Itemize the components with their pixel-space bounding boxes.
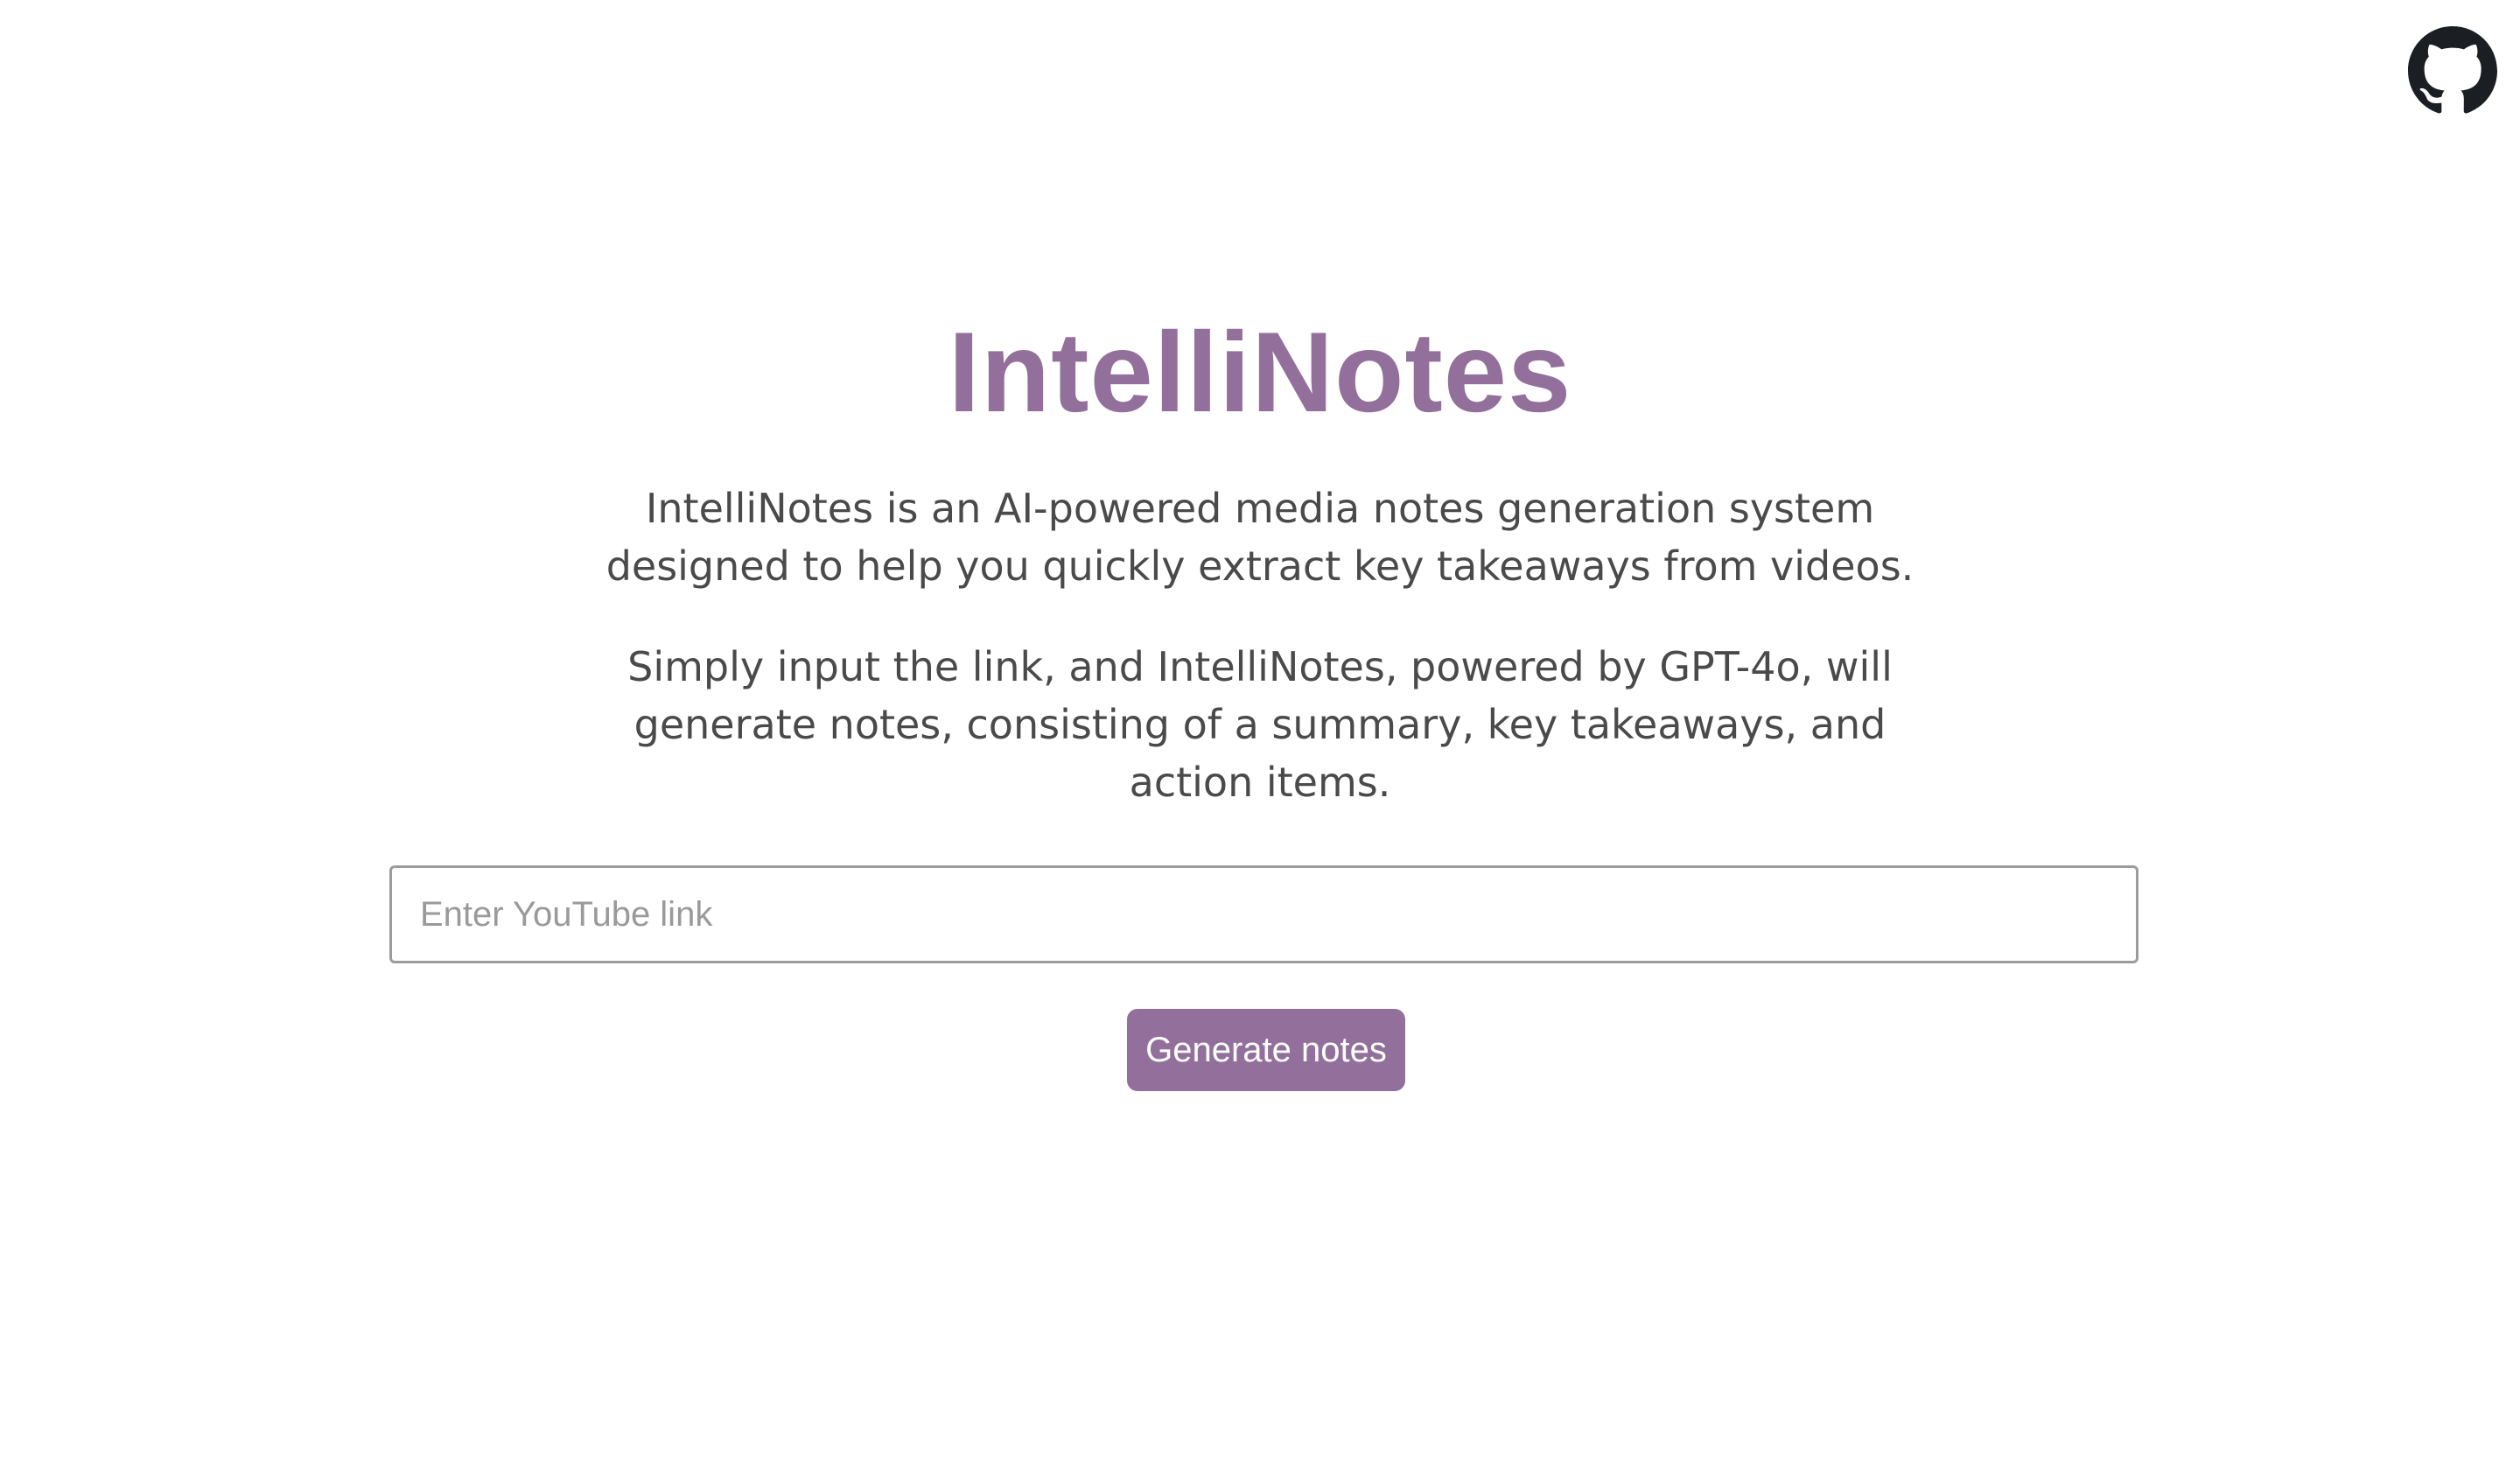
github-link[interactable] xyxy=(2408,26,2497,116)
youtube-link-input[interactable] xyxy=(389,865,2138,963)
page: IntelliNotes IntelliNotes is an AI-power… xyxy=(0,0,2520,1477)
page-title: IntelliNotes xyxy=(948,308,1572,436)
description-intro: IntelliNotes is an AI-powered media note… xyxy=(606,485,1914,590)
generate-notes-button[interactable]: Generate notes xyxy=(1127,1009,1405,1091)
github-icon xyxy=(2408,26,2497,114)
description-usage: Simply input the link, and IntelliNotes,… xyxy=(627,643,1893,806)
